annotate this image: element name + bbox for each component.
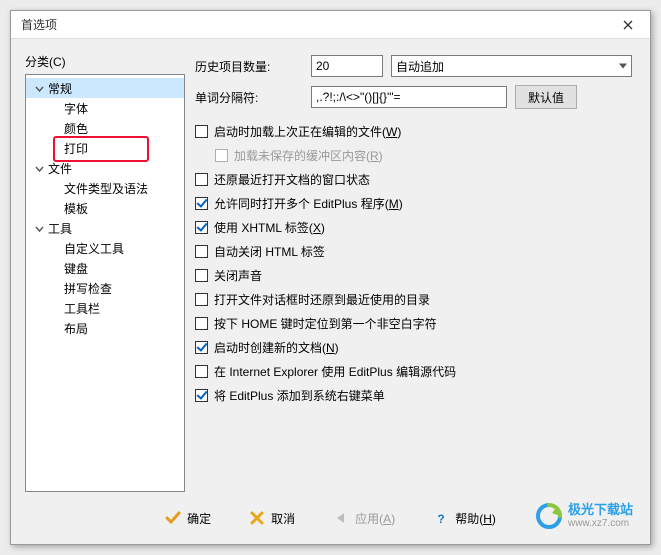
- delimiter-label: 单词分隔符:: [195, 89, 311, 106]
- chevron-down-icon: [32, 84, 46, 93]
- checkbox-label: 关闭声音: [214, 267, 262, 284]
- history-label: 历史项目数量:: [195, 58, 311, 75]
- checkbox-label: 自动关闭 HTML 标签: [214, 243, 325, 260]
- delimiter-input[interactable]: [311, 86, 507, 108]
- checkbox-option[interactable]: 还原最近打开文档的窗口状态: [195, 167, 636, 191]
- checkbox-label: 打开文件对话框时还原到最近使用的目录: [214, 291, 430, 308]
- checkbox-label: 将 EditPlus 添加到系统右键菜单: [214, 387, 385, 404]
- tree-item-label: 打印: [62, 140, 88, 157]
- category-label: 分类(C): [25, 53, 185, 70]
- tree-item-label: 文件类型及语法: [62, 180, 148, 197]
- checkbox-option[interactable]: 使用 XHTML 标签(X): [195, 215, 636, 239]
- arrow-left-icon: [333, 510, 349, 526]
- tree-item[interactable]: 自定义工具: [26, 238, 184, 258]
- checkbox-label: 在 Internet Explorer 使用 EditPlus 编辑源代码: [214, 363, 456, 380]
- checkbox-icon: [195, 293, 208, 306]
- checkbox-option[interactable]: 关闭声音: [195, 263, 636, 287]
- checkbox-label: 启动时创建新的文档(N): [214, 339, 339, 356]
- x-icon: [249, 510, 265, 526]
- tree-item-label: 键盘: [62, 260, 88, 277]
- content-area: 分类(C) 常规字体颜色打印文件文件类型及语法模板工具自定义工具键盘拼写检查工具…: [11, 39, 650, 492]
- history-mode-combo[interactable]: 自动追加: [391, 55, 632, 77]
- history-count-input[interactable]: [311, 55, 383, 77]
- help-icon: ?: [433, 510, 449, 526]
- tree-item[interactable]: 常规: [26, 78, 184, 98]
- tree-item[interactable]: 打印: [26, 138, 184, 158]
- checkbox-option[interactable]: 将 EditPlus 添加到系统右键菜单: [195, 383, 636, 407]
- sidebar: 分类(C) 常规字体颜色打印文件文件类型及语法模板工具自定义工具键盘拼写检查工具…: [25, 53, 185, 492]
- delimiter-row: 单词分隔符: 默认值: [195, 85, 636, 109]
- checkbox-icon: [195, 221, 208, 234]
- checkbox-label: 启动时加载上次正在编辑的文件(W): [214, 123, 401, 140]
- tree-item[interactable]: 文件: [26, 158, 184, 178]
- chevron-down-icon: [619, 64, 627, 69]
- checkbox-icon: [195, 197, 208, 210]
- window-title: 首选项: [21, 16, 612, 33]
- checkbox-label: 按下 HOME 键时定位到第一个非空白字符: [214, 315, 437, 332]
- checkbox-option[interactable]: 启动时创建新的文档(N): [195, 335, 636, 359]
- dialog-footer: 确定 取消 应用(A) ? 帮助(H): [11, 492, 650, 544]
- category-tree[interactable]: 常规字体颜色打印文件文件类型及语法模板工具自定义工具键盘拼写检查工具栏布局: [25, 74, 185, 492]
- chevron-down-icon: [32, 164, 46, 173]
- ok-button[interactable]: 确定: [159, 506, 217, 531]
- checkbox-label: 加载未保存的缓冲区内容(R): [234, 147, 383, 164]
- tree-item[interactable]: 布局: [26, 318, 184, 338]
- titlebar: 首选项: [11, 11, 650, 39]
- history-row: 历史项目数量: 自动追加: [195, 55, 636, 77]
- checkbox-option[interactable]: 允许同时打开多个 EditPlus 程序(M): [195, 191, 636, 215]
- checkbox-option[interactable]: 在 Internet Explorer 使用 EditPlus 编辑源代码: [195, 359, 636, 383]
- tree-item-label: 颜色: [62, 120, 88, 137]
- tree-item-label: 拼写检查: [62, 280, 112, 297]
- tree-item-label: 布局: [62, 320, 88, 337]
- tree-item[interactable]: 工具: [26, 218, 184, 238]
- checkbox-option[interactable]: 自动关闭 HTML 标签: [195, 239, 636, 263]
- tree-item-label: 常规: [46, 80, 72, 97]
- checkbox-icon: [195, 317, 208, 330]
- check-icon: [165, 510, 181, 526]
- checkbox-option[interactable]: 打开文件对话框时还原到最近使用的目录: [195, 287, 636, 311]
- checkbox-icon: [195, 173, 208, 186]
- apply-button: 应用(A): [327, 506, 401, 531]
- chevron-down-icon: [32, 224, 46, 233]
- checkbox-option[interactable]: 按下 HOME 键时定位到第一个非空白字符: [195, 311, 636, 335]
- tree-item-label: 模板: [62, 200, 88, 217]
- checkbox-icon: [195, 245, 208, 258]
- settings-panel: 历史项目数量: 自动追加 单词分隔符: 默认值 启动时加载上次正在编辑的文件(W…: [195, 53, 636, 492]
- tree-item[interactable]: 模板: [26, 198, 184, 218]
- checkbox-label: 允许同时打开多个 EditPlus 程序(M): [214, 195, 403, 212]
- tree-item[interactable]: 字体: [26, 98, 184, 118]
- checkbox-option: 加载未保存的缓冲区内容(R): [215, 143, 636, 167]
- tree-item-label: 工具: [46, 220, 72, 237]
- tree-item-label: 工具栏: [62, 300, 100, 317]
- checkbox-icon: [195, 125, 208, 138]
- tree-item-label: 字体: [62, 100, 88, 117]
- svg-text:?: ?: [438, 512, 445, 526]
- checkbox-label: 使用 XHTML 标签(X): [214, 219, 325, 236]
- tree-item[interactable]: 拼写检查: [26, 278, 184, 298]
- checkbox-label: 还原最近打开文档的窗口状态: [214, 171, 370, 188]
- default-button[interactable]: 默认值: [515, 85, 577, 109]
- history-mode-value: 自动追加: [396, 58, 444, 75]
- checkbox-option[interactable]: 启动时加载上次正在编辑的文件(W): [195, 119, 636, 143]
- tree-item-label: 文件: [46, 160, 72, 177]
- cancel-button[interactable]: 取消: [243, 506, 301, 531]
- preferences-dialog: 首选项 分类(C) 常规字体颜色打印文件文件类型及语法模板工具自定义工具键盘拼写…: [10, 10, 651, 545]
- checkbox-icon: [215, 149, 228, 162]
- tree-item[interactable]: 文件类型及语法: [26, 178, 184, 198]
- tree-item[interactable]: 键盘: [26, 258, 184, 278]
- checkbox-icon: [195, 365, 208, 378]
- tree-item[interactable]: 工具栏: [26, 298, 184, 318]
- checkbox-icon: [195, 341, 208, 354]
- checkbox-icon: [195, 269, 208, 282]
- checkbox-group: 启动时加载上次正在编辑的文件(W) 加载未保存的缓冲区内容(R) 还原最近打开文档的…: [195, 119, 636, 407]
- tree-item-label: 自定义工具: [62, 240, 124, 257]
- checkbox-icon: [195, 389, 208, 402]
- close-icon: [623, 20, 633, 30]
- tree-item[interactable]: 颜色: [26, 118, 184, 138]
- close-button[interactable]: [612, 14, 644, 36]
- help-button[interactable]: ? 帮助(H): [427, 506, 502, 531]
